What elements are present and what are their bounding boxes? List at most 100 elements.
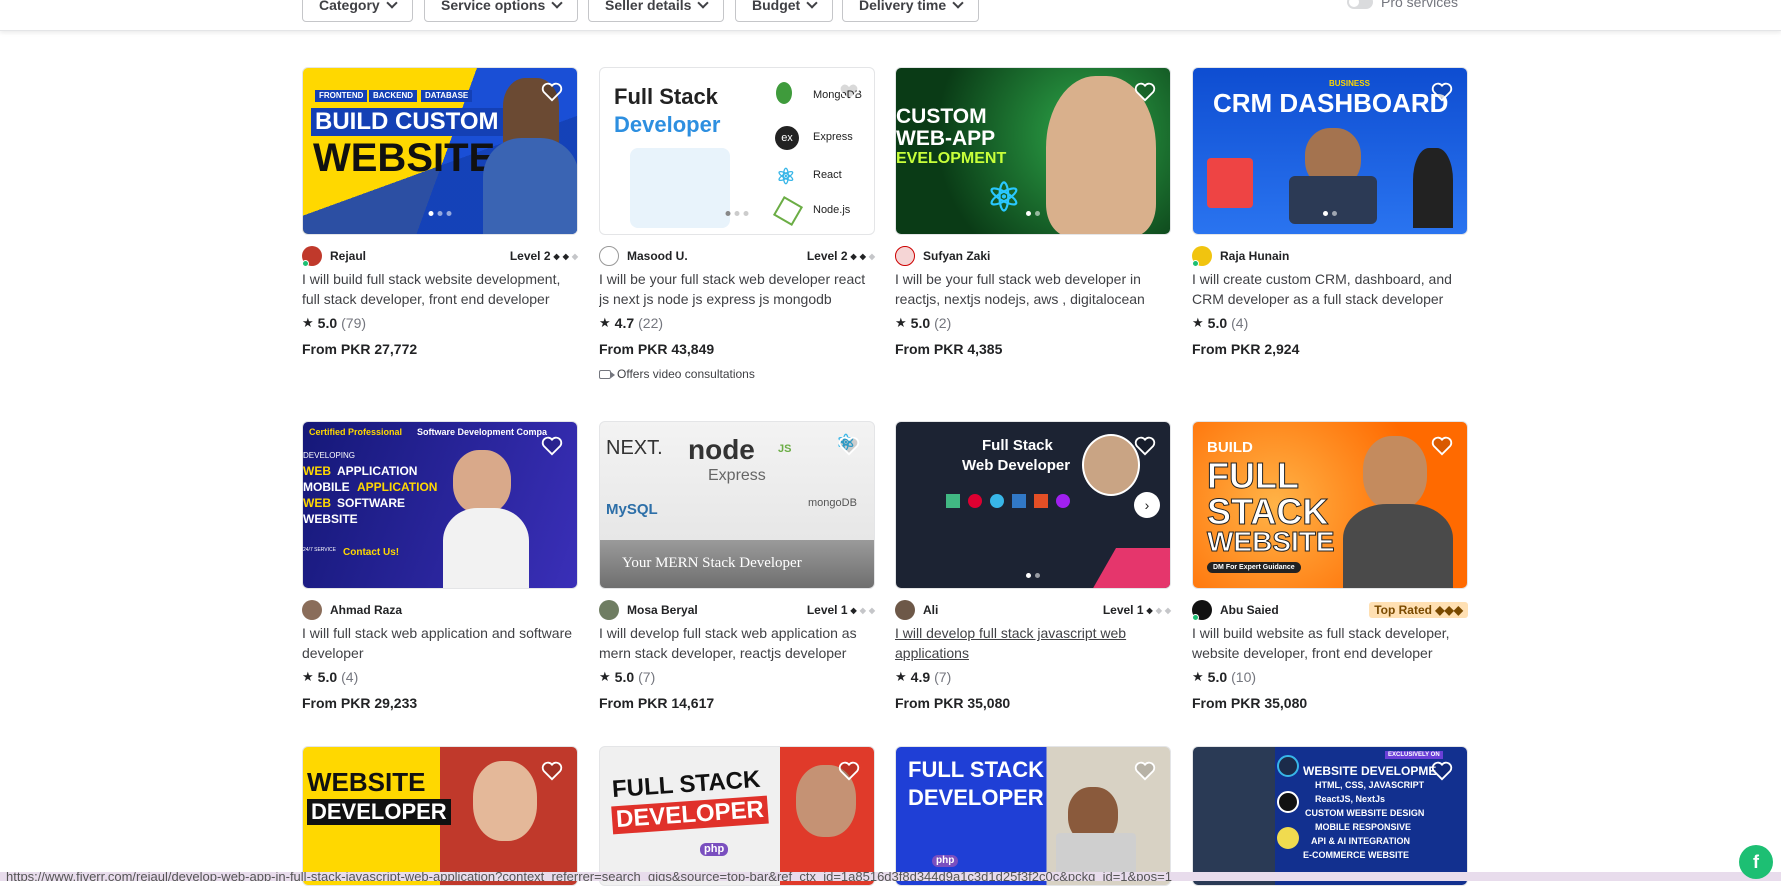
heart-icon[interactable]: [1134, 82, 1156, 102]
heart-icon[interactable]: [1431, 761, 1453, 781]
react-icon: ⚛: [986, 178, 1022, 218]
person-image: [443, 508, 529, 589]
gig-thumbnail[interactable]: CUSTOM WEB-APP EVELOPMENT ⚛: [895, 67, 1171, 235]
thumb-label: FRONTEND: [315, 90, 367, 102]
gig-price[interactable]: From PKR 4,385: [895, 341, 1171, 357]
fiverr-fab-button[interactable]: f: [1739, 845, 1773, 879]
delivery-time-filter[interactable]: Delivery time: [842, 0, 979, 22]
heart-icon[interactable]: [541, 761, 563, 781]
gig-card[interactable]: BUSINESS CRM DASHBOARD Raja Hunain I wil…: [1192, 67, 1468, 357]
seller-name[interactable]: Masood U.: [627, 249, 688, 263]
heart-icon[interactable]: [1431, 82, 1453, 102]
heart-icon[interactable]: [541, 436, 563, 456]
gig-thumbnail[interactable]: BUSINESS CRM DASHBOARD: [1192, 67, 1468, 235]
gig-card[interactable]: Certified Professional Software Developm…: [302, 421, 578, 711]
thumb-headline: DEVELOPER: [908, 787, 1044, 809]
gig-price[interactable]: From PKR 35,080: [1192, 695, 1468, 711]
gig-thumbnail[interactable]: NEXT. node JS Express MySQL mongoDB ⚛ Yo…: [599, 421, 875, 589]
seller-row: Raja Hunain: [1192, 247, 1468, 265]
gig-price[interactable]: From PKR 29,233: [302, 695, 578, 711]
heart-icon[interactable]: [1431, 436, 1453, 456]
toggle-switch[interactable]: [1347, 0, 1373, 9]
gig-price[interactable]: From PKR 27,772: [302, 341, 578, 357]
avatar[interactable]: [895, 600, 915, 620]
gig-title[interactable]: I will build full stack website developm…: [302, 269, 578, 309]
thumb-headline: WEBSITE: [1207, 528, 1335, 556]
avatar[interactable]: [1192, 600, 1212, 620]
seller-name[interactable]: Mosa Beryal: [627, 603, 698, 617]
gig-title[interactable]: I will be your full stack web developer …: [895, 269, 1171, 309]
gig-price[interactable]: From PKR 35,080: [895, 695, 1171, 711]
gig-thumbnail[interactable]: BUILD FULL STACK WEBSITE DM For Expert G…: [1192, 421, 1468, 589]
service-options-filter[interactable]: Service options: [424, 0, 578, 22]
gig-card[interactable]: EXCLUSIVELY ON WEBSITE DEVELOPME HTML, C…: [1192, 746, 1468, 886]
gig-thumbnail[interactable]: FULL STACK DEVELOPER php: [895, 746, 1171, 886]
fab-label: f: [1753, 852, 1759, 873]
avatar[interactable]: [302, 246, 322, 266]
gig-card[interactable]: FRONTEND BACKEND DATABASE BUILD CUSTOM W…: [302, 67, 578, 357]
decor-shape: [1092, 548, 1171, 589]
gig-thumbnail[interactable]: FULL STACK DEVELOPER php: [599, 746, 875, 886]
seller-details-filter[interactable]: Seller details: [588, 0, 724, 22]
gig-thumbnail[interactable]: EXCLUSIVELY ON WEBSITE DEVELOPME HTML, C…: [1192, 746, 1468, 886]
online-indicator: [1192, 260, 1199, 267]
gig-thumbnail[interactable]: FRONTEND BACKEND DATABASE BUILD CUSTOM W…: [302, 67, 578, 235]
budget-filter[interactable]: Budget: [735, 0, 833, 22]
gig-thumbnail[interactable]: Full Stack Developer MongoDB ex Express …: [599, 67, 875, 235]
seller-name[interactable]: Abu Saied: [1220, 603, 1279, 617]
avatar[interactable]: [599, 600, 619, 620]
seller-level: Level 1◆◆◆: [807, 603, 875, 617]
category-filter[interactable]: Category: [302, 0, 413, 22]
laptop-image: [1289, 176, 1377, 224]
carousel-dots: [1026, 211, 1040, 216]
avatar[interactable]: [895, 246, 915, 266]
seller-name[interactable]: Ahmad Raza: [330, 603, 402, 617]
seller-name[interactable]: Raja Hunain: [1220, 249, 1289, 263]
heart-icon[interactable]: [541, 82, 563, 102]
gig-card[interactable]: NEXT. node JS Express MySQL mongoDB ⚛ Yo…: [599, 421, 875, 711]
gig-card[interactable]: Full Stack Developer MongoDB ex Express …: [599, 67, 875, 381]
gig-thumbnail[interactable]: Full Stack Web Developer ›: [895, 421, 1171, 589]
gig-price[interactable]: From PKR 14,617: [599, 695, 875, 711]
gig-title[interactable]: I will develop full stack javascript web…: [895, 623, 1171, 663]
thumb-headline: MOBILE: [303, 481, 350, 493]
online-indicator: [1192, 614, 1199, 621]
gig-title[interactable]: I will build website as full stack devel…: [1192, 623, 1468, 663]
gig-card[interactable]: Full Stack Web Developer › Ali Level 1◆◆…: [895, 421, 1171, 711]
seller-name[interactable]: Sufyan Zaki: [923, 249, 990, 263]
heart-icon[interactable]: [838, 761, 860, 781]
gig-card[interactable]: WEBSITE DEVELOPER: [302, 746, 578, 886]
heart-icon[interactable]: [838, 436, 860, 456]
category-filter-label: Category: [319, 0, 380, 13]
react-icon: ⚛: [776, 166, 796, 188]
thumb-headline: WEBSITE DEVELOPME: [1303, 765, 1436, 777]
thumb-headline: WEBSITE: [307, 769, 425, 795]
gig-card[interactable]: FULL STACK DEVELOPER php: [895, 746, 1171, 886]
avatar[interactable]: [302, 600, 322, 620]
gig-title[interactable]: I will develop full stack web applicatio…: [599, 623, 875, 663]
gig-card[interactable]: BUILD FULL STACK WEBSITE DM For Expert G…: [1192, 421, 1468, 711]
gig-title[interactable]: I will be your full stack web developer …: [599, 269, 875, 309]
heart-icon[interactable]: [1134, 761, 1156, 781]
avatar[interactable]: [599, 246, 619, 266]
gig-price[interactable]: From PKR 43,849: [599, 341, 875, 357]
gig-title[interactable]: I will full stack web application and so…: [302, 623, 578, 663]
thumb-label: CUSTOM WEBSITE DESIGN: [1305, 809, 1424, 818]
gig-card[interactable]: FULL STACK DEVELOPER php: [599, 746, 875, 886]
gig-thumbnail[interactable]: WEBSITE DEVELOPER: [302, 746, 578, 886]
carousel-dots: [1026, 573, 1040, 578]
thumb-label: Software Development Compa: [417, 428, 547, 437]
seller-name[interactable]: Rejaul: [330, 249, 366, 263]
heart-icon[interactable]: [1134, 436, 1156, 456]
seller-name[interactable]: Ali: [923, 603, 938, 617]
gig-price[interactable]: From PKR 2,924: [1192, 341, 1468, 357]
gig-thumbnail[interactable]: Certified Professional Software Developm…: [302, 421, 578, 589]
pro-services-toggle[interactable]: Pro services: [1347, 0, 1458, 10]
illustration: [630, 148, 730, 228]
carousel-next-arrow[interactable]: ›: [1134, 492, 1160, 518]
heart-icon[interactable]: [838, 82, 860, 102]
gig-card[interactable]: CUSTOM WEB-APP EVELOPMENT ⚛ Sufyan Zaki …: [895, 67, 1171, 357]
avatar[interactable]: [1192, 246, 1212, 266]
service-options-label: Service options: [441, 0, 545, 13]
gig-title[interactable]: I will create custom CRM, dashboard, and…: [1192, 269, 1468, 309]
